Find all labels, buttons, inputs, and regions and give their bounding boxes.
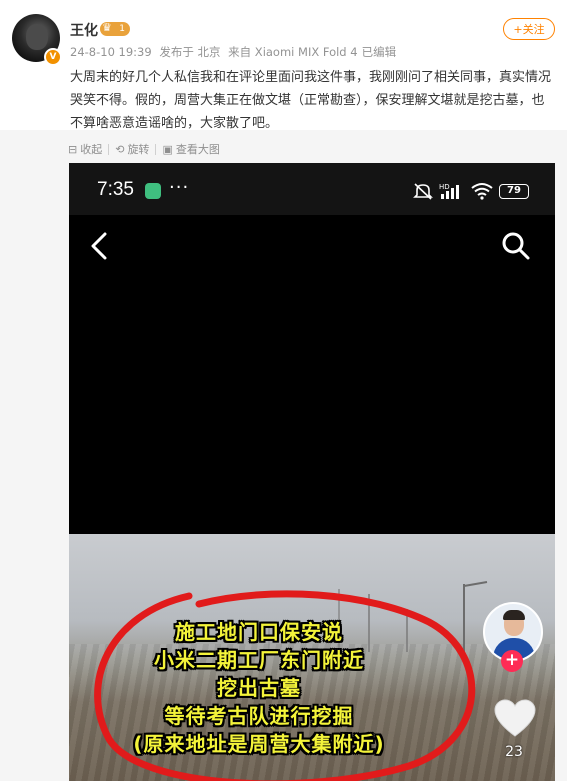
rotate-icon: ⟲: [115, 142, 125, 156]
svg-text:HD: HD: [439, 183, 450, 191]
post-meta: 24-8-10 19:39 发布于 北京 来自 Xiaomi MIX Fold …: [70, 44, 400, 60]
battery-icon: 79: [499, 183, 529, 199]
post-location: 发布于 北京: [159, 45, 221, 59]
follow-creator-button[interactable]: +: [501, 650, 523, 672]
username[interactable]: 王化: [70, 20, 98, 40]
status-icons: HD 79: [413, 181, 529, 201]
search-icon[interactable]: [501, 231, 531, 261]
hd-signal-icon: HD: [439, 183, 459, 199]
wifi-icon: [471, 183, 493, 200]
caption-line: 施工地门口保安说: [175, 620, 343, 644]
rotate-label: 旋转: [127, 143, 150, 156]
view-large-button[interactable]: ▣ 查看大图: [162, 141, 219, 157]
image-actions-bar: ⊟ 收起 ⟲ 旋转 ▣ 查看大图: [68, 141, 226, 157]
post-datetime[interactable]: 24-8-10 19:39: [70, 45, 152, 59]
embedded-screenshot[interactable]: 7:35 ··· HD 79 施工地门口保安说 小米二期工厂东门附近 挖出古墓 …: [69, 163, 555, 781]
image-icon: ▣: [162, 142, 173, 156]
view-large-label: 查看大图: [175, 143, 220, 156]
verified-badge: V: [44, 48, 62, 66]
video-frame[interactable]: 施工地门口保安说 小米二期工厂东门附近 挖出古墓 等待考古队进行挖掘 (原来地址…: [69, 534, 555, 781]
heart-icon[interactable]: [494, 699, 536, 739]
collapse-label: 收起: [80, 143, 103, 156]
divider: [155, 143, 157, 155]
post-edited[interactable]: 已编辑: [362, 45, 397, 59]
collapse-button[interactable]: ⊟ 收起: [68, 141, 102, 157]
more-notifications-icon: ···: [169, 177, 190, 198]
caption-line: (原来地址是周营大集附近): [133, 732, 385, 756]
avatar-face: [26, 24, 48, 50]
app-notification-icon: [145, 183, 161, 199]
back-arrow-icon[interactable]: [89, 232, 109, 260]
level-badge: ♛ 1: [100, 21, 130, 36]
app-top-bar: [69, 215, 555, 277]
collapse-icon: ⊟: [68, 142, 78, 156]
phone-status-bar: 7:35 ··· HD 79: [69, 163, 555, 215]
video-caption: 施工地门口保安说 小米二期工厂东门附近 挖出古墓 等待考古队进行挖掘 (原来地址…: [99, 618, 419, 758]
follow-button[interactable]: +关注: [503, 18, 555, 40]
rotate-button[interactable]: ⟲ 旋转: [115, 141, 149, 157]
divider: [108, 143, 110, 155]
creator-hair: [503, 610, 525, 620]
crown-icon: ♛: [102, 21, 112, 34]
post-device: 来自 Xiaomi MIX Fold 4: [228, 45, 358, 59]
post-text: 大周末的好几个人私信我和在评论里面问我这件事，我刚刚问了相关同事，真实情况哭笑不…: [70, 70, 552, 131]
caption-line: 挖出古墓: [217, 676, 301, 700]
caption-line: 等待考古队进行挖掘: [164, 704, 354, 728]
like-count: 23: [505, 744, 523, 760]
level-number: 1: [119, 24, 125, 34]
caption-line: 小米二期工厂东门附近: [154, 648, 364, 672]
mute-icon: [413, 183, 433, 200]
status-time: 7:35: [97, 179, 134, 200]
